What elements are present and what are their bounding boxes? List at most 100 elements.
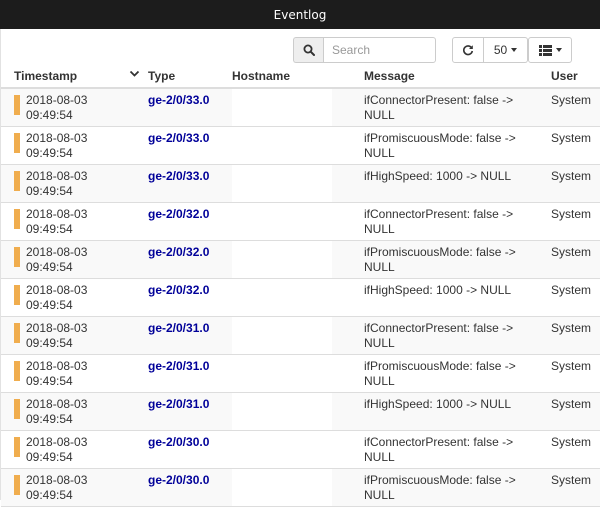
- severity-indicator: [14, 475, 20, 495]
- cell-timestamp: 2018-08-03 09:49:54: [26, 473, 88, 502]
- cell-timestamp: 2018-08-03 09:49:54: [26, 397, 88, 426]
- table-row[interactable]: 2018-08-03 09:49:54 ge-2/0/31.0 ifHighSp…: [1, 393, 600, 431]
- table-row[interactable]: 2018-08-03 09:49:54 ge-2/0/33.0 ifPromis…: [1, 127, 600, 165]
- table-row[interactable]: 2018-08-03 09:49:54 ge-2/0/31.0 ifPromis…: [1, 355, 600, 393]
- cell-message: ifHighSpeed: 1000 -> NULL: [364, 169, 512, 183]
- list-icon: [538, 44, 552, 56]
- chevron-down-icon: [511, 48, 518, 52]
- table-row[interactable]: 2018-08-03 09:49:54 ge-2/0/30.0 ifConnec…: [1, 431, 600, 469]
- cell-timestamp: 2018-08-03 09:49:54: [26, 435, 88, 464]
- cell-hostname: [232, 355, 332, 392]
- column-header-user[interactable]: User: [551, 69, 578, 83]
- cell-message: ifConnectorPresent: false -> NULL: [364, 321, 514, 350]
- cell-user: System: [551, 169, 592, 183]
- severity-indicator: [14, 399, 20, 419]
- cell-message: ifPromiscuousMode: false -> NULL: [364, 245, 516, 274]
- table-row[interactable]: 2018-08-03 09:49:54 ge-2/0/32.0 ifHighSp…: [1, 279, 600, 317]
- search-input[interactable]: [323, 37, 436, 63]
- toolbar-button-group: 50: [452, 37, 528, 63]
- cell-type-link[interactable]: ge-2/0/32.0: [148, 207, 209, 222]
- cell-hostname: [232, 127, 332, 164]
- cell-timestamp: 2018-08-03 09:49:54: [26, 283, 88, 312]
- cell-hostname: [232, 203, 332, 240]
- cell-user: System: [551, 359, 592, 373]
- window-titlebar: Eventlog: [0, 0, 600, 29]
- cell-timestamp: 2018-08-03 09:49:54: [26, 207, 88, 236]
- cell-timestamp: 2018-08-03 09:49:54: [26, 131, 88, 160]
- cell-timestamp: 2018-08-03 09:49:54: [26, 245, 88, 274]
- eventlog-panel: 50 Timestamp Type Hostname Message User …: [0, 29, 600, 507]
- cell-type-link[interactable]: ge-2/0/31.0: [148, 321, 209, 336]
- refresh-button[interactable]: [452, 37, 484, 63]
- cell-message: ifConnectorPresent: false -> NULL: [364, 207, 514, 236]
- cell-user: System: [551, 397, 592, 411]
- search-group: [293, 37, 436, 63]
- cell-user: System: [551, 435, 592, 449]
- window-title: Eventlog: [273, 7, 327, 22]
- search-icon: [303, 44, 315, 56]
- cell-message: ifHighSpeed: 1000 -> NULL: [364, 397, 512, 411]
- column-header-type[interactable]: Type: [148, 69, 175, 83]
- page-size-value: 50: [493, 43, 508, 57]
- cell-user: System: [551, 283, 592, 297]
- cell-hostname: [232, 279, 332, 316]
- table-row[interactable]: 2018-08-03 09:49:54 ge-2/0/33.0 ifConnec…: [1, 89, 600, 127]
- cell-user: System: [551, 131, 592, 145]
- cell-hostname: [232, 317, 332, 354]
- cell-message: ifPromiscuousMode: false -> NULL: [364, 359, 516, 388]
- severity-indicator: [14, 209, 20, 229]
- cell-timestamp: 2018-08-03 09:49:54: [26, 169, 88, 198]
- cell-type-link[interactable]: ge-2/0/32.0: [148, 245, 209, 260]
- table-body: 2018-08-03 09:49:54 ge-2/0/33.0 ifConnec…: [1, 89, 600, 507]
- table-row[interactable]: 2018-08-03 09:49:54 ge-2/0/32.0 ifPromis…: [1, 241, 600, 279]
- cell-type-link[interactable]: ge-2/0/30.0: [148, 435, 209, 450]
- sort-desc-icon[interactable]: [129, 68, 140, 79]
- cell-hostname: [232, 431, 332, 468]
- cell-user: System: [551, 93, 592, 107]
- severity-indicator: [14, 285, 20, 305]
- cell-hostname: [232, 89, 332, 126]
- severity-indicator: [14, 133, 20, 153]
- cell-message: ifPromiscuousMode: false -> NULL: [364, 131, 516, 160]
- cell-hostname: [232, 393, 332, 430]
- cell-message: ifConnectorPresent: false -> NULL: [364, 435, 514, 464]
- cell-user: System: [551, 245, 592, 259]
- severity-indicator: [14, 361, 20, 381]
- cell-hostname: [232, 469, 332, 506]
- severity-indicator: [14, 247, 20, 267]
- table-row[interactable]: 2018-08-03 09:49:54 ge-2/0/32.0 ifConnec…: [1, 203, 600, 241]
- cell-user: System: [551, 473, 592, 487]
- cell-type-link[interactable]: ge-2/0/32.0: [148, 283, 209, 298]
- refresh-icon: [462, 45, 474, 56]
- cell-type-link[interactable]: ge-2/0/30.0: [148, 473, 209, 488]
- page-size-dropdown[interactable]: 50: [484, 37, 528, 63]
- columns-dropdown[interactable]: [528, 37, 572, 63]
- cell-type-link[interactable]: ge-2/0/33.0: [148, 93, 209, 108]
- column-header-message[interactable]: Message: [364, 69, 415, 83]
- column-header-hostname[interactable]: Hostname: [232, 69, 290, 83]
- table-row[interactable]: 2018-08-03 09:49:54 ge-2/0/30.0 ifPromis…: [1, 469, 600, 507]
- cell-type-link[interactable]: ge-2/0/31.0: [148, 397, 209, 412]
- cell-type-link[interactable]: ge-2/0/33.0: [148, 169, 209, 184]
- table-row[interactable]: 2018-08-03 09:49:54 ge-2/0/31.0 ifConnec…: [1, 317, 600, 355]
- severity-indicator: [14, 171, 20, 191]
- search-addon: [293, 37, 323, 63]
- cell-timestamp: 2018-08-03 09:49:54: [26, 93, 88, 122]
- column-header-timestamp[interactable]: Timestamp: [14, 69, 77, 83]
- cell-user: System: [551, 321, 592, 335]
- cell-user: System: [551, 207, 592, 221]
- cell-timestamp: 2018-08-03 09:49:54: [26, 359, 88, 388]
- table-header: Timestamp Type Hostname Message User: [1, 65, 600, 89]
- severity-indicator: [14, 437, 20, 457]
- cell-hostname: [232, 241, 332, 278]
- cell-type-link[interactable]: ge-2/0/31.0: [148, 359, 209, 374]
- cell-type-link[interactable]: ge-2/0/33.0: [148, 131, 209, 146]
- chevron-down-icon: [555, 48, 562, 52]
- severity-indicator: [14, 323, 20, 343]
- table-row[interactable]: 2018-08-03 09:49:54 ge-2/0/33.0 ifHighSp…: [1, 165, 600, 203]
- cell-message: ifHighSpeed: 1000 -> NULL: [364, 283, 512, 297]
- cell-hostname: [232, 165, 332, 202]
- severity-indicator: [14, 95, 20, 115]
- cell-message: ifConnectorPresent: false -> NULL: [364, 93, 514, 122]
- cell-message: ifPromiscuousMode: false -> NULL: [364, 473, 516, 502]
